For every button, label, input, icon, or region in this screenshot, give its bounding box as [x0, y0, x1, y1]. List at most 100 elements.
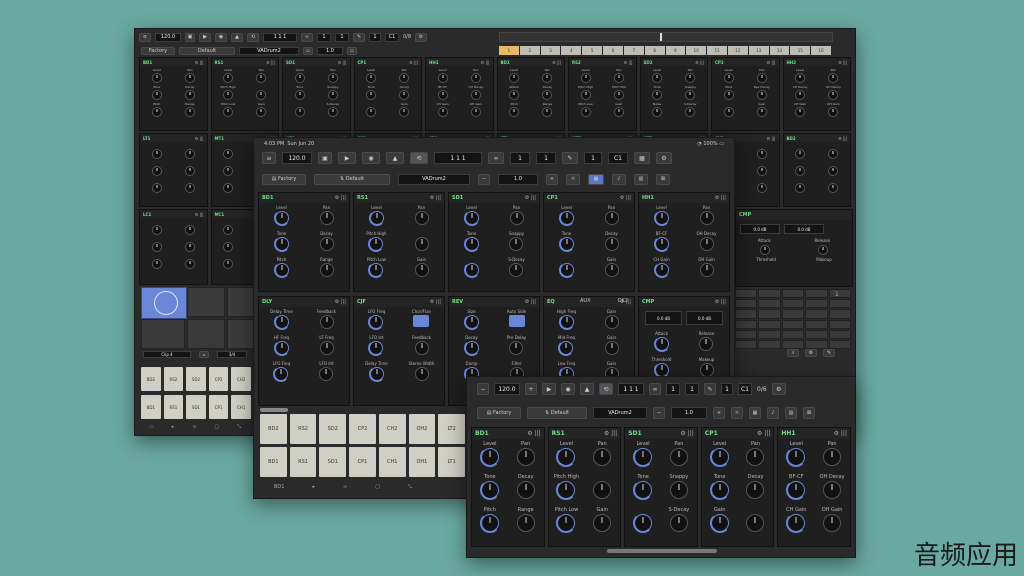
knob[interactable] — [470, 73, 481, 83]
knob[interactable] — [184, 259, 195, 269]
step-2[interactable]: 2 — [519, 46, 540, 55]
knob[interactable] — [366, 90, 377, 100]
knob[interactable] — [699, 363, 714, 377]
tempo-field[interactable]: 120.0 — [282, 152, 312, 164]
loop-icon[interactable]: ⟲ — [599, 383, 613, 395]
levels-icon[interactable]: ||| — [484, 60, 489, 65]
knob[interactable] — [633, 513, 654, 533]
knob[interactable] — [613, 73, 624, 83]
drum-pad[interactable]: CH1 — [231, 395, 251, 419]
tempo-field[interactable]: 120.0 — [155, 32, 181, 42]
levels-icon[interactable]: ||| — [842, 60, 847, 65]
clip-cell[interactable] — [758, 289, 781, 299]
pencil-icon[interactable]: ✎ — [353, 32, 365, 42]
clip-cell[interactable] — [735, 319, 758, 329]
footer-icon-expand[interactable]: ⤡ — [408, 484, 412, 490]
clip-cell[interactable] — [828, 299, 851, 309]
knob[interactable] — [151, 107, 162, 117]
step-11[interactable]: 11 — [707, 46, 727, 55]
default-button[interactable]: ⇅ Default — [314, 173, 390, 185]
cmp-attack-knob[interactable] — [760, 245, 770, 255]
loop-c-field[interactable]: 1 — [721, 383, 733, 395]
knob[interactable] — [414, 263, 429, 277]
note-field[interactable]: C1 — [608, 152, 628, 164]
knob[interactable] — [151, 166, 162, 176]
knob[interactable] — [604, 237, 619, 251]
knob[interactable] — [319, 341, 334, 355]
link-icon[interactable]: ∞ — [301, 32, 313, 42]
knob[interactable] — [828, 73, 839, 83]
knob[interactable] — [786, 513, 807, 533]
mixer-icon[interactable]: ▥ — [634, 173, 648, 185]
knob[interactable] — [463, 210, 480, 226]
drum-pad[interactable]: CH1 — [378, 447, 406, 477]
knob[interactable] — [273, 314, 290, 330]
knob[interactable] — [604, 211, 619, 225]
keyboard-icon[interactable]: ▦ — [634, 152, 650, 164]
levels-icon[interactable]: ||| — [339, 195, 346, 201]
clip-cell[interactable] — [758, 329, 781, 339]
knob[interactable] — [437, 73, 448, 83]
clip-cell[interactable] — [828, 289, 851, 299]
link-icon[interactable]: ∞ — [488, 152, 504, 164]
knob[interactable] — [723, 90, 734, 100]
clip-cell[interactable] — [735, 299, 758, 309]
loop-a-field[interactable]: 1 — [317, 32, 331, 42]
xy-slot[interactable] — [141, 319, 185, 349]
drum-pad[interactable]: RS2 — [163, 367, 184, 391]
knob[interactable] — [294, 73, 305, 83]
toggle-switch[interactable] — [508, 315, 525, 327]
step-10[interactable]: 10 — [686, 46, 707, 55]
step-14[interactable]: 14 — [769, 46, 790, 55]
knob[interactable] — [795, 90, 806, 100]
drum-pad[interactable]: BD1 — [260, 447, 287, 477]
knob[interactable] — [366, 73, 377, 83]
timeline-ruler[interactable] — [499, 32, 833, 42]
knob[interactable] — [223, 73, 234, 83]
knob[interactable] — [368, 314, 385, 330]
knob[interactable] — [151, 149, 162, 159]
knob[interactable] — [256, 90, 267, 100]
footer-icon-3[interactable]: ∞ — [192, 424, 196, 430]
plus-icon[interactable]: + — [546, 173, 558, 185]
knob[interactable] — [604, 315, 619, 329]
pad-scroll-indicator[interactable] — [260, 408, 288, 412]
knob[interactable] — [437, 107, 448, 117]
knob[interactable] — [558, 340, 575, 356]
knob[interactable] — [151, 90, 162, 100]
sun-icon[interactable]: ☼ — [731, 407, 743, 419]
clip-cell[interactable] — [805, 339, 828, 349]
clip-name-field[interactable]: Clip 4 — [143, 350, 191, 358]
minus-icon[interactable]: − — [653, 407, 665, 419]
knob[interactable] — [509, 237, 524, 251]
knob[interactable] — [756, 107, 767, 117]
knob[interactable] — [516, 481, 535, 499]
knob[interactable] — [795, 166, 806, 176]
step-9[interactable]: 9 — [665, 46, 686, 55]
levels-icon[interactable]: ||| — [198, 136, 203, 141]
loop-b-field[interactable]: 1 — [685, 383, 699, 395]
save-icon[interactable]: ▫ — [303, 47, 313, 55]
levels-icon[interactable]: ||| — [699, 60, 704, 65]
metronome-icon[interactable]: ▲ — [580, 383, 594, 395]
drum-pad[interactable]: OH2 — [408, 414, 436, 444]
plus-icon[interactable]: + — [525, 383, 537, 395]
levels-icon[interactable]: ||| — [839, 430, 847, 437]
levels-icon[interactable]: ||| — [770, 136, 775, 141]
levels-icon[interactable]: ||| — [627, 60, 632, 65]
default-button[interactable]: ⇅ Default — [527, 407, 587, 419]
knob[interactable] — [556, 513, 577, 533]
knob[interactable] — [327, 90, 338, 100]
knob[interactable] — [470, 107, 481, 117]
link-icon[interactable]: ∞ — [649, 383, 661, 395]
preset-value-field[interactable]: 1.0 — [317, 47, 343, 55]
drum-pad[interactable]: LT2 — [438, 414, 465, 444]
knob[interactable] — [184, 73, 195, 83]
knob[interactable] — [795, 149, 806, 159]
knob[interactable] — [273, 262, 290, 278]
knob[interactable] — [593, 448, 612, 466]
drum-pad[interactable]: CP1 — [208, 395, 229, 419]
knob[interactable] — [184, 149, 195, 159]
knob[interactable] — [184, 225, 195, 235]
knob[interactable] — [652, 107, 663, 117]
